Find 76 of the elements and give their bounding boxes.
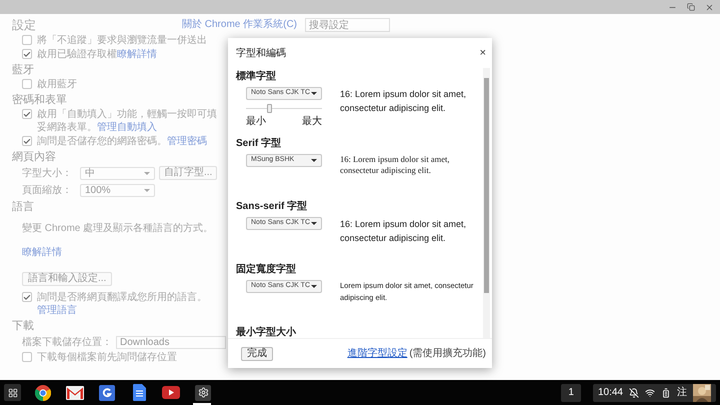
font-heading: 標準字型 — [236, 70, 277, 84]
section-heading: 網頁內容 — [12, 150, 56, 164]
checkbox[interactable] — [22, 109, 32, 119]
slider-thumb[interactable] — [266, 104, 272, 113]
clock: 10:44 — [598, 386, 623, 400]
dropdown[interactable]: 中 — [80, 166, 155, 180]
checkbox-label: 將「不追蹤」要求與瀏覽流量一併送出 — [37, 34, 207, 47]
checkbox-label: 啟用藍牙 — [37, 78, 77, 91]
max-label: 最大 — [302, 114, 322, 129]
battery-icon — [661, 388, 671, 398]
input-method: 注 — [677, 386, 687, 400]
google-plus-icon[interactable] — [99, 384, 115, 400]
done-button[interactable]: 完成 — [241, 346, 273, 360]
link[interactable]: 管理密碼 — [167, 136, 207, 147]
search-field[interactable]: 搜尋設定 — [305, 18, 390, 32]
dropdown[interactable]: 100% — [80, 184, 155, 196]
checkbox-label: 詢問是否儲存您的網路密碼。管理密碼 — [37, 135, 207, 148]
download-path-field[interactable]: Downloads — [116, 336, 226, 348]
checkbox-label: 詢問是否將網頁翻譯成您所用的語言。 管理語言 — [37, 291, 208, 317]
video-player-icon[interactable] — [162, 386, 180, 399]
checkbox-label: 啟用已驗證存取權瞭解詳情 — [37, 48, 157, 61]
section-heading: 語言 — [12, 200, 34, 214]
caret-icon — [144, 172, 150, 174]
language-settings-button[interactable]: 語言和輸入設定... — [22, 272, 112, 286]
close-icon[interactable] — [705, 2, 714, 12]
font-preview: 16: Lorem ipsum dolor sit amet, consectetur adipiscing elit. — [340, 88, 468, 115]
font-preview: 16: Lorem ipsum dolor sit amet, consectetur adipiscing elit. — [340, 154, 451, 176]
caret-icon — [311, 159, 317, 162]
checkbox-label: 啟用「自動填入」功能，輕觸一按即可填妥網路表單。管理自動填入 — [37, 108, 218, 134]
link[interactable]: 瞭解詳情 — [22, 247, 62, 258]
scrollbar-thumb[interactable] — [484, 78, 489, 293]
checkbox[interactable] — [22, 49, 32, 59]
font-heading: 最小字型大小 — [236, 326, 297, 338]
notifications-off-icon — [629, 388, 639, 398]
page-title: 設定 — [12, 17, 37, 34]
font-preview: 16: Lorem ipsum dolor sit amet, consectetur adipiscing elit. — [340, 218, 468, 245]
caret-icon — [311, 285, 317, 288]
link[interactable]: 管理語言 — [37, 305, 77, 316]
restore-icon[interactable] — [687, 3, 695, 11]
settings-icon[interactable] — [195, 384, 211, 400]
caret-icon — [144, 188, 150, 192]
section-heading: 密碼和表單 — [12, 93, 67, 107]
link[interactable]: 瞭解詳情 — [117, 49, 157, 60]
checkbox-label: 下載每個檔案前先詢問儲存位置 — [37, 351, 177, 364]
custom-fonts-button[interactable]: 自訂字型... — [159, 166, 218, 180]
font-size-slider[interactable] — [246, 104, 322, 113]
checkbox[interactable] — [22, 79, 32, 89]
notification-count[interactable]: 1 — [561, 384, 581, 402]
close-button[interactable]: × — [480, 48, 486, 58]
description: 變更 Chrome 處理及顯示各種語言的方式。 瞭解詳情 — [22, 223, 214, 258]
font-heading: 固定寬度字型 — [236, 263, 297, 277]
mail-icon[interactable] — [66, 386, 84, 400]
field-label: 檔案下載儲存位置： — [22, 336, 112, 350]
font-heading: Serif 字型 — [236, 137, 282, 151]
browser-icon[interactable] — [35, 384, 51, 400]
extension-note: (需使用擴充功能) — [409, 346, 486, 361]
section-heading: 藍牙 — [12, 63, 34, 77]
launcher-icon[interactable] — [4, 384, 21, 401]
field-label: 頁面縮放： — [22, 184, 73, 198]
font-heading: Sans-serif 字型 — [236, 200, 308, 214]
checkbox[interactable] — [22, 352, 32, 362]
link[interactable]: 管理自動填入 — [97, 122, 157, 133]
dialog-title: 字型和編碼 — [236, 46, 286, 60]
status-area[interactable]: 10:44 注 — [592, 384, 716, 402]
document-icon[interactable] — [132, 384, 146, 401]
checkbox[interactable] — [22, 292, 32, 302]
wifi-icon — [645, 388, 655, 398]
caret-icon — [311, 92, 317, 95]
checkbox[interactable] — [22, 35, 32, 45]
min-label: 最小 — [246, 114, 266, 129]
caret-icon — [311, 222, 317, 225]
checkbox[interactable] — [22, 136, 32, 146]
field-label: 字型大小： — [22, 166, 73, 180]
advanced-font-settings-link[interactable]: 進階字型設定 — [347, 346, 408, 361]
section-heading: 下載 — [12, 319, 34, 333]
about-link[interactable]: 關於 Chrome 作業系統(C) — [182, 19, 298, 31]
